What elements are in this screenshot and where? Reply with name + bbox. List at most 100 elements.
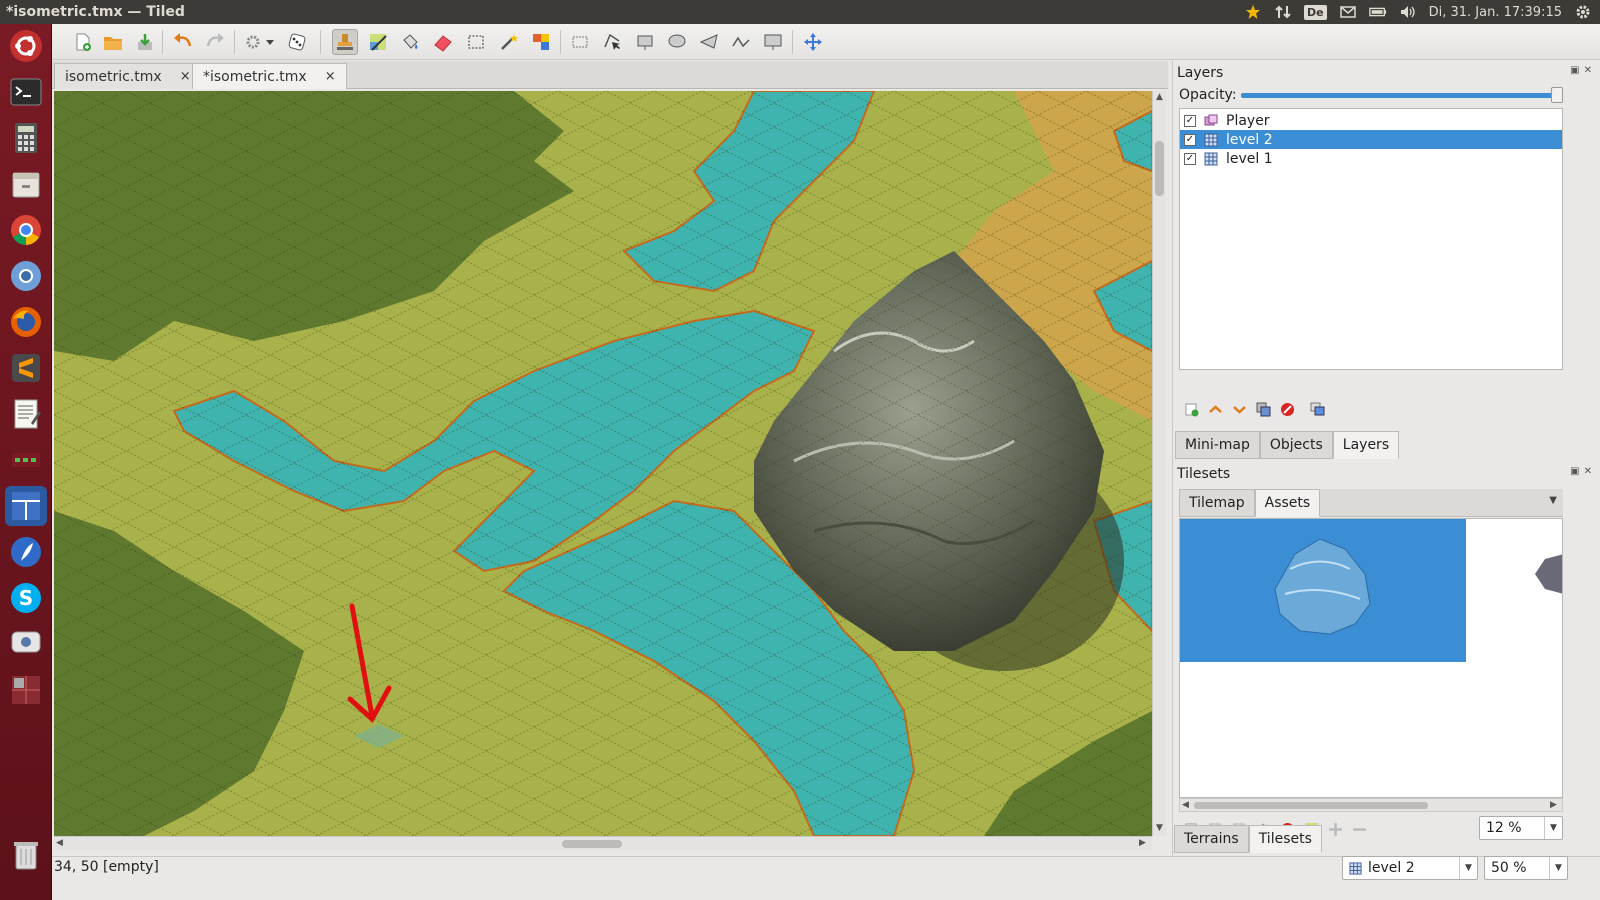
tab-layers[interactable]: Layers (1332, 431, 1400, 459)
opacity-slider-handle[interactable] (1551, 87, 1563, 103)
volume-icon[interactable] (1399, 4, 1417, 20)
scrollbar-thumb[interactable] (1194, 802, 1428, 809)
rock-tile-partial[interactable] (1530, 549, 1563, 599)
rectangular-select-tool[interactable] (463, 29, 489, 55)
text-tool-launcher[interactable] (5, 532, 47, 572)
tileset-zoom-select[interactable]: 12 % ▼ (1479, 816, 1563, 840)
selected-tile[interactable] (1180, 519, 1466, 662)
firefox-icon (11, 307, 41, 337)
random-mode-button[interactable] (284, 29, 310, 55)
lower-layer-button[interactable] (1231, 401, 1247, 417)
tab-isometric-saved[interactable]: isometric.tmx × (54, 63, 202, 89)
remove-layer-button[interactable] (1279, 401, 1295, 417)
insert-polyline-tool[interactable] (728, 29, 754, 55)
insert-polygon-tool[interactable] (696, 29, 722, 55)
add-layer-button[interactable] (1183, 401, 1199, 417)
mail-icon[interactable] (1339, 4, 1357, 20)
commands-dropdown[interactable] (264, 29, 276, 55)
right-dock: Layers ▣✕ Opacity: ✓ Player ✓ level 2 ✓ … (1172, 61, 1600, 856)
raise-layer-button[interactable] (1207, 401, 1223, 417)
scrollbar-thumb[interactable] (562, 840, 622, 848)
terminal-launcher[interactable] (5, 72, 47, 112)
layer-row-level-2[interactable]: ✓ level 2 (1180, 130, 1562, 149)
tileset-view[interactable] (1179, 518, 1563, 798)
gear-icon[interactable] (1574, 4, 1592, 20)
move-tool[interactable] (800, 29, 826, 55)
rock-tile-preview (1274, 538, 1371, 635)
edit-polygons-tool[interactable] (599, 29, 625, 55)
eraser-tool[interactable] (430, 29, 456, 55)
duplicate-layer-button[interactable] (1255, 401, 1271, 417)
layer-visibility-checkbox[interactable]: ✓ (1184, 152, 1196, 165)
stamp-icon (337, 34, 353, 50)
chrome-icon (11, 215, 41, 245)
map-zoom-select[interactable]: 50 % ▼ (1484, 856, 1568, 880)
calculator-launcher[interactable] (5, 118, 47, 158)
save-button[interactable] (132, 29, 158, 55)
map-canvas[interactable] (54, 91, 1152, 836)
chromium-launcher[interactable] (5, 256, 47, 296)
star-icon[interactable] (1244, 4, 1262, 20)
tileset-horizontal-scrollbar[interactable]: ◀ ▶ (1179, 798, 1563, 812)
terrain-brush-tool[interactable] (365, 29, 391, 55)
map-vertical-scrollbar[interactable]: ▲ ▼ (1152, 91, 1166, 836)
isometric-map-render (54, 91, 1152, 836)
messaging-launcher[interactable] (5, 624, 47, 664)
scrollbar-thumb[interactable] (1155, 141, 1164, 196)
ubuntu-dash-button[interactable] (5, 26, 47, 66)
panel-float-close-buttons[interactable]: ▣✕ (1570, 466, 1596, 477)
keyboard-layout-indicator[interactable]: De (1304, 4, 1327, 20)
layers-panel-title: Layers (1177, 65, 1224, 81)
show-other-layers-button[interactable] (1309, 401, 1325, 417)
tab-isometric-modified[interactable]: *isometric.tmx × (192, 63, 347, 89)
tab-label: *isometric.tmx (203, 68, 307, 85)
close-icon[interactable]: × (325, 69, 336, 84)
sublime-text-launcher[interactable] (5, 348, 47, 388)
network-icon[interactable] (1274, 4, 1292, 20)
close-icon[interactable]: × (180, 69, 191, 84)
clock[interactable]: Di, 31. Jan. 17:39:15 (1429, 5, 1562, 20)
select-objects-tool[interactable] (567, 29, 593, 55)
bucket-fill-tool[interactable] (397, 29, 423, 55)
workspace-switcher[interactable] (5, 670, 47, 710)
battery-icon[interactable] (1368, 4, 1387, 20)
layer-row-player[interactable]: ✓ Player (1180, 111, 1562, 130)
main-toolbar (52, 24, 1600, 60)
insert-ellipse-tool[interactable] (664, 29, 690, 55)
open-button[interactable] (100, 29, 126, 55)
add-tiles-button[interactable] (1327, 821, 1343, 837)
tab-tilemap[interactable]: Tilemap (1179, 489, 1255, 517)
trash-launcher[interactable] (5, 834, 47, 874)
text-editor-launcher[interactable] (5, 394, 47, 434)
redo-button[interactable] (202, 29, 228, 55)
magic-wand-tool[interactable] (496, 29, 522, 55)
opacity-slider[interactable] (1241, 93, 1559, 98)
panel-float-close-buttons[interactable]: ▣✕ (1570, 65, 1596, 76)
layer-visibility-checkbox[interactable]: ✓ (1184, 114, 1196, 127)
window-title: *isometric.tmx — Tiled (6, 4, 185, 20)
select-same-tile-tool[interactable] (528, 29, 554, 55)
stamp-brush-tool[interactable] (332, 29, 358, 55)
layer-row-level-1[interactable]: ✓ level 1 (1180, 149, 1562, 168)
skype-launcher[interactable]: S (5, 578, 47, 618)
tab-terrains[interactable]: Terrains (1174, 825, 1249, 853)
firefox-launcher[interactable] (5, 302, 47, 342)
current-layer-select[interactable]: level 2 ▼ (1342, 856, 1478, 880)
layer-visibility-checkbox[interactable]: ✓ (1184, 133, 1196, 146)
tileset-menu-dropdown[interactable]: ▼ (1549, 495, 1557, 506)
calc-spreadsheet-launcher[interactable] (5, 440, 47, 480)
tab-assets[interactable]: Assets (1254, 489, 1321, 517)
new-map-button[interactable] (70, 29, 96, 55)
tab-tilesets[interactable]: Tilesets (1248, 825, 1322, 853)
map-horizontal-scrollbar[interactable]: ◀ ▶ (54, 836, 1152, 850)
files-launcher[interactable] (5, 164, 47, 204)
status-bar: 34, 50 [empty] level 2 ▼ 50 % ▼ (52, 856, 1600, 900)
tab-objects[interactable]: Objects (1259, 431, 1333, 459)
undo-button[interactable] (170, 29, 196, 55)
insert-rectangle-tool[interactable] (632, 29, 658, 55)
remove-tiles-button[interactable] (1351, 821, 1367, 837)
tab-mini-map[interactable]: Mini-map (1175, 431, 1260, 459)
chrome-launcher[interactable] (5, 210, 47, 250)
tiled-launcher[interactable] (5, 486, 47, 526)
insert-tile-tool[interactable] (760, 29, 786, 55)
